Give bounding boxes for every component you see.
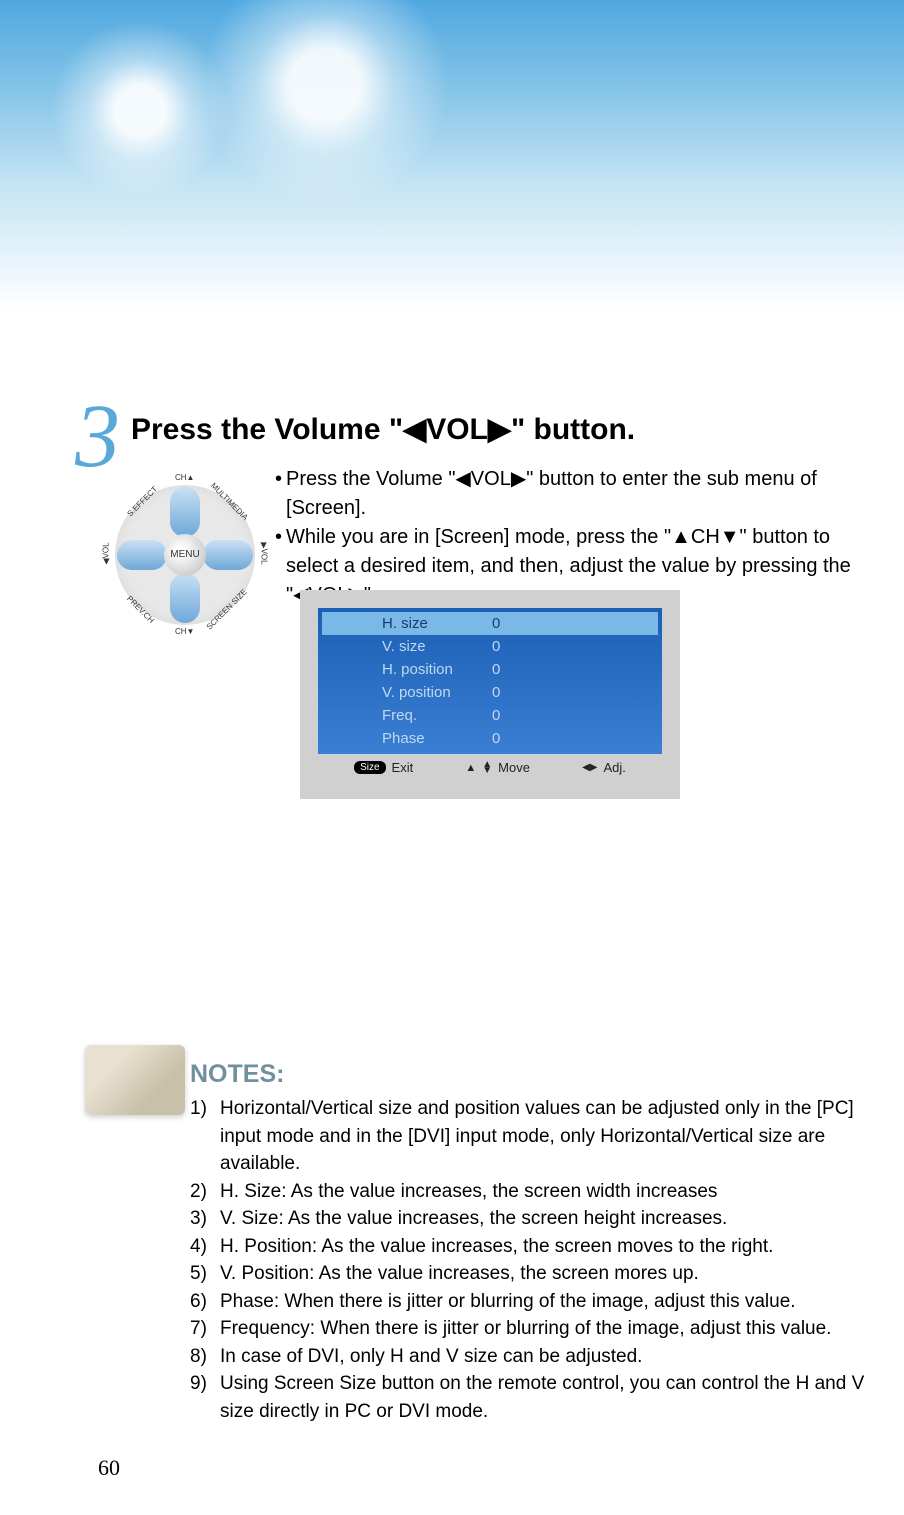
notes-item-number: 1)	[190, 1095, 220, 1178]
osd-row: H. position0	[322, 658, 658, 681]
notes-item-text: V. Size: As the value increases, the scr…	[220, 1205, 890, 1233]
osd-row-value: 0	[492, 615, 552, 632]
notes-item-text: H. Position: As the value increases, the…	[220, 1233, 890, 1261]
notes-item: 7)Frequency: When there is jitter or blu…	[190, 1315, 890, 1343]
notes-heading: NOTES:	[190, 1060, 890, 1089]
title-text: " button.	[511, 413, 635, 446]
dandelion-graphic	[50, 20, 230, 200]
osd-row-value: 0	[492, 684, 552, 701]
osd-row-value: 0	[492, 638, 552, 655]
notes-item: 6)Phase: When there is jitter or blurrin…	[190, 1288, 890, 1316]
notes-photo	[85, 1045, 185, 1115]
remote-dpad-illustration: MENU CH▲ CH▼ ◀VOL ▶VOL S.EFFECT MULTIMED…	[105, 475, 265, 635]
top-banner	[0, 0, 904, 310]
dandelion-graphic	[200, 0, 450, 210]
notes-section: NOTES: 1)Horizontal/Vertical size and po…	[190, 1060, 890, 1426]
osd-move: ▲ ▲▼ Move	[465, 760, 530, 775]
notes-item-text: In case of DVI, only H and V size can be…	[220, 1343, 890, 1371]
bullet: • Press the Volume "◀VOL▶" button to ent…	[275, 465, 885, 523]
notes-item-number: 4)	[190, 1233, 220, 1261]
dpad-right	[203, 540, 253, 570]
notes-item: 4)H. Position: As the value increases, t…	[190, 1233, 890, 1261]
notes-item-number: 3)	[190, 1205, 220, 1233]
adj-label: Adj.	[604, 760, 626, 775]
title-vol: VOL	[426, 413, 488, 446]
dpad-left	[117, 540, 167, 570]
notes-item: 8)In case of DVI, only H and V size can …	[190, 1343, 890, 1371]
notes-item-number: 9)	[190, 1370, 220, 1425]
dpad-center: MENU	[164, 534, 206, 576]
notes-item-text: V. Position: As the value increases, the…	[220, 1260, 890, 1288]
title-text: Press the Volume "	[131, 413, 403, 446]
notes-item-number: 2)	[190, 1178, 220, 1206]
remote-label-top: CH▲	[175, 473, 194, 482]
remote-label-bottom: CH▼	[175, 627, 194, 636]
notes-item-number: 5)	[190, 1260, 220, 1288]
osd-row-label: V. size	[342, 638, 492, 655]
osd-row: Freq.0	[322, 704, 658, 727]
exit-label: Exit	[392, 760, 414, 775]
osd-row-value: 0	[492, 707, 552, 724]
notes-item-text: Phase: When there is jitter or blurring …	[220, 1288, 890, 1316]
notes-item: 9)Using Screen Size button on the remote…	[190, 1370, 890, 1425]
step-number: 3	[75, 392, 120, 482]
notes-item-text: Frequency: When there is jitter or blurr…	[220, 1315, 890, 1343]
osd-menu: H. size0V. size0H. position0V. position0…	[318, 608, 662, 754]
osd-footer: Size Exit ▲ ▲▼ Move ◀▶ Adj.	[318, 754, 662, 781]
notes-item: 2)H. Size: As the value increases, the s…	[190, 1178, 890, 1206]
osd-row: V. size0	[322, 635, 658, 658]
osd-adj: ◀▶ Adj.	[582, 760, 626, 775]
page-number: 60	[98, 1455, 120, 1481]
notes-item-number: 8)	[190, 1343, 220, 1371]
notes-item-text: Horizontal/Vertical size and position va…	[220, 1095, 890, 1178]
notes-item-text: H. Size: As the value increases, the scr…	[220, 1178, 890, 1206]
leftright-icon: ◀▶	[582, 762, 597, 773]
notes-list: 1)Horizontal/Vertical size and position …	[190, 1095, 890, 1426]
remote-label-left: ◀VOL	[102, 542, 111, 564]
notes-item: 3)V. Size: As the value increases, the s…	[190, 1205, 890, 1233]
osd-row-label: Freq.	[342, 707, 492, 724]
bullet-dot: •	[275, 523, 282, 610]
step-body: • Press the Volume "◀VOL▶" button to ent…	[275, 465, 885, 610]
move-label: Move	[498, 760, 530, 775]
osd-row-label: V. position	[342, 684, 492, 701]
updown-icon: ▲▼	[482, 762, 492, 774]
osd-row: H. size0	[322, 612, 658, 635]
bullet-text: Press the Volume "◀VOL▶" button to enter…	[286, 465, 885, 523]
osd-row-label: H. position	[342, 661, 492, 678]
osd-screenshot: H. size0V. size0H. position0V. position0…	[300, 590, 680, 799]
notes-item-text: Using Screen Size button on the remote c…	[220, 1370, 890, 1425]
osd-row-value: 0	[492, 730, 552, 747]
bullet-dot: •	[275, 465, 282, 523]
osd-row: V. position0	[322, 681, 658, 704]
dpad-up	[170, 487, 200, 537]
osd-row-label: H. size	[342, 615, 492, 632]
osd-row-label: Phase	[342, 730, 492, 747]
notes-item: 1)Horizontal/Vertical size and position …	[190, 1095, 890, 1178]
notes-item-number: 6)	[190, 1288, 220, 1316]
remote-label-right: ▶VOL	[260, 542, 269, 564]
updown-icon: ▲	[465, 762, 476, 774]
dpad-down	[170, 573, 200, 623]
size-badge: Size	[354, 761, 385, 774]
step-title: Press the Volume "◀VOL▶" button.	[131, 412, 885, 447]
osd-exit: Size Exit	[354, 760, 413, 775]
notes-item: 5)V. Position: As the value increases, t…	[190, 1260, 890, 1288]
notes-item-number: 7)	[190, 1315, 220, 1343]
osd-row: Phase0	[322, 727, 658, 750]
osd-row-value: 0	[492, 661, 552, 678]
